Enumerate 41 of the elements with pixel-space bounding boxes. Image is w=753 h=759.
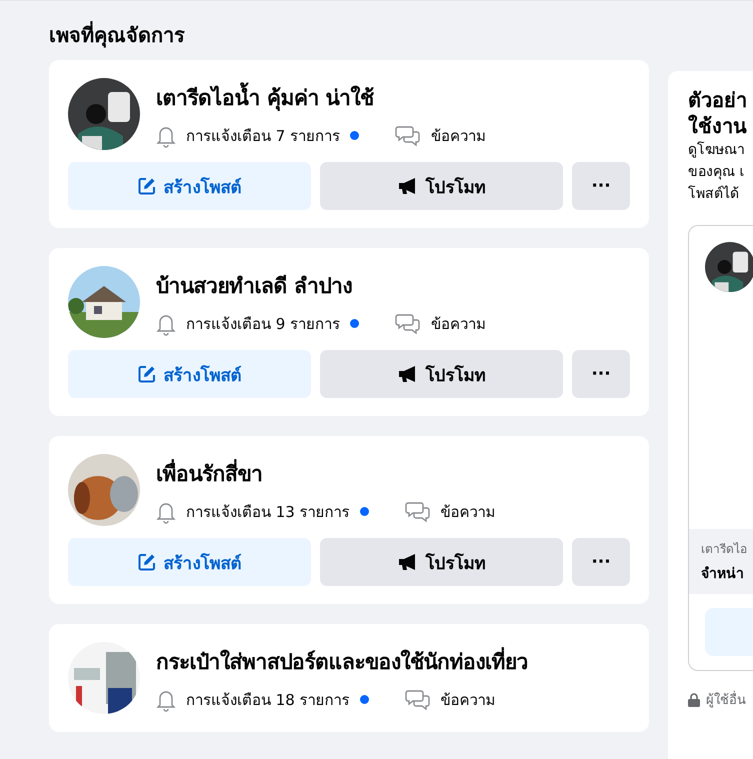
- messages-link[interactable]: ข้อความ: [431, 124, 486, 148]
- create-post-button[interactable]: สร้างโพสต์: [68, 162, 311, 210]
- more-button[interactable]: ···: [572, 162, 630, 210]
- notifications-link[interactable]: การแจ้งเตือน 18 รายการ: [186, 688, 350, 712]
- section-heading: เพจที่คุณจัดการ: [49, 20, 186, 46]
- notifications-link[interactable]: การแจ้งเตือน 9 รายการ: [186, 312, 340, 336]
- messages-link[interactable]: ข้อความ: [440, 688, 496, 712]
- notifications-link[interactable]: การแจ้งเตือน 7 รายการ: [186, 124, 340, 148]
- notifications-link[interactable]: การแจ้งเตือน 13 รายการ: [186, 500, 350, 524]
- create-post-button[interactable]: สร้างโพสต์: [68, 538, 311, 586]
- page-name[interactable]: กระเป๋าใส่พาสปอร์ตและของใช้นักท่องเที่ยว: [156, 644, 528, 678]
- edit-icon: [138, 177, 156, 195]
- promote-button[interactable]: โปรโมท: [320, 350, 563, 398]
- promote-button[interactable]: โปรโมท: [320, 162, 563, 210]
- create-post-button[interactable]: สร้างโพสต์: [68, 350, 311, 398]
- chat-icon: [395, 312, 422, 336]
- page-name[interactable]: เตารีดไอน้ำ คุ้มค่า น่าใช้: [156, 80, 486, 114]
- megaphone-icon: [398, 366, 418, 382]
- megaphone-icon: [398, 554, 418, 570]
- panel-description: ดูโฆษณา: [688, 140, 746, 160]
- more-button[interactable]: ···: [572, 538, 630, 586]
- page-name[interactable]: บ้านสวยทำเลดี ลำปาง: [156, 268, 486, 302]
- messages-link[interactable]: ข้อความ: [440, 500, 496, 524]
- ad-page-name: เตารีดไอ: [701, 541, 748, 558]
- panel-description: โพสต์ได้: [688, 184, 740, 204]
- promote-button[interactable]: โปรโมท: [320, 538, 563, 586]
- megaphone-icon: [398, 178, 418, 194]
- chat-icon: [404, 688, 431, 712]
- panel-description: ของคุณ เ: [688, 163, 746, 182]
- ad-text: จำหน่า: [701, 565, 745, 584]
- chat-icon: [404, 500, 431, 524]
- page-name[interactable]: เพื่อนรักสี่ขา: [156, 456, 496, 490]
- panel-title: ตัวอย่า: [688, 87, 748, 113]
- privacy-note: ผู้ใช้อื่น: [706, 689, 746, 710]
- chat-icon: [395, 124, 422, 148]
- panel-title: ใช้งาน: [688, 113, 748, 139]
- edit-icon: [138, 553, 156, 571]
- lock-icon: [688, 692, 700, 706]
- more-button[interactable]: ···: [572, 350, 630, 398]
- edit-icon: [138, 365, 156, 383]
- messages-link[interactable]: ข้อความ: [431, 312, 486, 336]
